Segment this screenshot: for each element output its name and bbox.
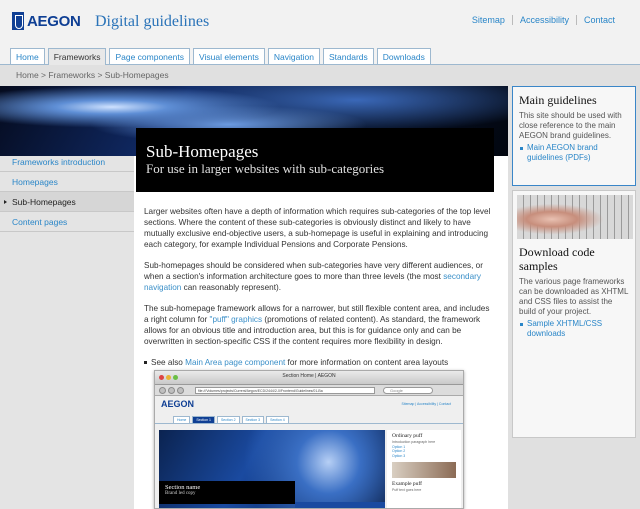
audience-paragraph: Sub-homepages should be considered when … bbox=[144, 260, 496, 293]
main-guidelines-text: This site should be used with close refe… bbox=[519, 111, 622, 140]
sitemap-link[interactable]: Sitemap bbox=[465, 15, 512, 25]
tab-visual-elements[interactable]: Visual elements bbox=[192, 48, 265, 64]
aegon-logo[interactable]: AEGON bbox=[12, 12, 81, 30]
download-code-heading: Download code samples bbox=[519, 245, 595, 273]
back-icon bbox=[159, 387, 166, 394]
example-tab-section-3: Section 3 bbox=[241, 416, 265, 424]
see-also-item: See also Main Area page component for mo… bbox=[144, 357, 496, 368]
main-nav: Home Frameworks Page components Visual e… bbox=[0, 44, 640, 65]
example-puff-image bbox=[392, 462, 456, 478]
audience-text-end: can reasonably represent). bbox=[181, 283, 281, 292]
example-section-name: Section name bbox=[165, 484, 201, 491]
example-tabs: Home Section 1 Section 2 Section 3 Secti… bbox=[173, 416, 291, 424]
utility-links: Sitemap Accessibility Contact bbox=[465, 15, 622, 25]
logo-text: AEGON bbox=[27, 12, 81, 30]
hero-caption: Sub-Homepages For use in larger websites… bbox=[136, 128, 494, 192]
forward-icon bbox=[168, 387, 175, 394]
breadcrumb: Home > Frameworks > Sub-Homepages bbox=[0, 65, 640, 86]
keyboard-hand-image bbox=[517, 195, 633, 239]
example-puff-heading: Ordinary puff bbox=[392, 433, 423, 439]
example-utility-links: Sitemap | Accessibility | Contact bbox=[401, 402, 451, 406]
sample-downloads-link[interactable]: Sample XHTML/CSS downloads bbox=[519, 319, 631, 339]
download-code-box: Download code samples The various page f… bbox=[512, 190, 636, 438]
framework-paragraph: The sub-homepage framework allows for a … bbox=[144, 303, 496, 347]
example-hero-caption: Section name Brand led copy bbox=[159, 481, 295, 504]
audience-text: Sub-homepages should be considered when … bbox=[144, 261, 483, 281]
left-nav: Frameworks introduction Homepages Sub-Ho… bbox=[0, 152, 134, 232]
intro-paragraph: Larger websites often have a depth of in… bbox=[144, 207, 491, 249]
see-also-text: See also bbox=[151, 358, 186, 367]
accessibility-link[interactable]: Accessibility bbox=[511, 15, 576, 25]
browser-url: file:///Volumes/projects/Current/Aegon/E… bbox=[195, 387, 375, 394]
tab-standards[interactable]: Standards bbox=[323, 48, 374, 64]
contact-link[interactable]: Contact bbox=[575, 15, 622, 25]
site-header: AEGON Digital guidelines Sitemap Accessi… bbox=[0, 0, 640, 44]
example-sidebar: Ordinary puff Introduction paragraph her… bbox=[387, 430, 461, 508]
example-page: AEGON Sitemap | Accessibility | Contact … bbox=[155, 396, 463, 508]
aegon-logo-icon bbox=[12, 12, 24, 30]
tab-page-components[interactable]: Page components bbox=[109, 48, 190, 64]
example-puff-heading-2: Example puff bbox=[392, 481, 422, 487]
example-logo: AEGON bbox=[161, 399, 195, 409]
leftnav-item-sub-homepages[interactable]: Sub-Homepages bbox=[0, 192, 134, 212]
puff-graphics-link[interactable]: "puff" graphics bbox=[210, 315, 263, 324]
right-sidebar: Main guidelines This site should be used… bbox=[508, 86, 640, 509]
see-also-text-end: for more information on content area lay… bbox=[285, 358, 449, 367]
main-area-component-link[interactable]: Main Area page component bbox=[185, 358, 285, 367]
example-screenshot: Section Home | AEGON file:///Volumes/pro… bbox=[154, 370, 464, 509]
tab-frameworks[interactable]: Frameworks bbox=[47, 48, 107, 65]
example-blue-band bbox=[295, 502, 385, 508]
page-subtitle: For use in larger websites with sub-cate… bbox=[146, 161, 385, 176]
download-code-text: The various page frameworks can be downl… bbox=[519, 277, 629, 316]
example-tab-section-1: Section 1 bbox=[192, 416, 215, 424]
example-puff-text-2: Puff text goes here bbox=[392, 488, 422, 492]
browser-titlebar: Section Home | AEGON bbox=[155, 371, 463, 385]
tab-downloads[interactable]: Downloads bbox=[376, 48, 431, 64]
main-guidelines-box: Main guidelines This site should be used… bbox=[512, 86, 636, 186]
example-tab-section-2: Section 2 bbox=[216, 416, 240, 424]
browser-toolbar: file:///Volumes/projects/Current/Aegon/E… bbox=[155, 385, 463, 396]
example-option-3: Option 3 bbox=[392, 453, 406, 458]
example-tab-home: Home bbox=[173, 416, 191, 424]
leftnav-item-content-pages[interactable]: Content pages bbox=[0, 212, 134, 232]
leftnav-item-frameworks-introduction[interactable]: Frameworks introduction bbox=[0, 152, 134, 172]
example-brand-copy: Brand led copy bbox=[165, 491, 196, 496]
main-guidelines-heading: Main guidelines bbox=[519, 93, 597, 107]
example-tab-section-4: Section 4 bbox=[266, 416, 289, 424]
reload-icon bbox=[177, 387, 184, 394]
browser-window-title: Section Home | AEGON bbox=[282, 373, 336, 379]
main-brand-guidelines-link[interactable]: Main AEGON brand guidelines (PDFs) bbox=[519, 143, 631, 163]
leftnav-item-homepages[interactable]: Homepages bbox=[0, 172, 134, 192]
site-title: Digital guidelines bbox=[95, 13, 210, 30]
page-title: Sub-Homepages bbox=[146, 142, 259, 161]
tab-home[interactable]: Home bbox=[10, 48, 45, 64]
browser-search: Google bbox=[383, 387, 433, 394]
tab-navigation[interactable]: Navigation bbox=[267, 48, 321, 64]
